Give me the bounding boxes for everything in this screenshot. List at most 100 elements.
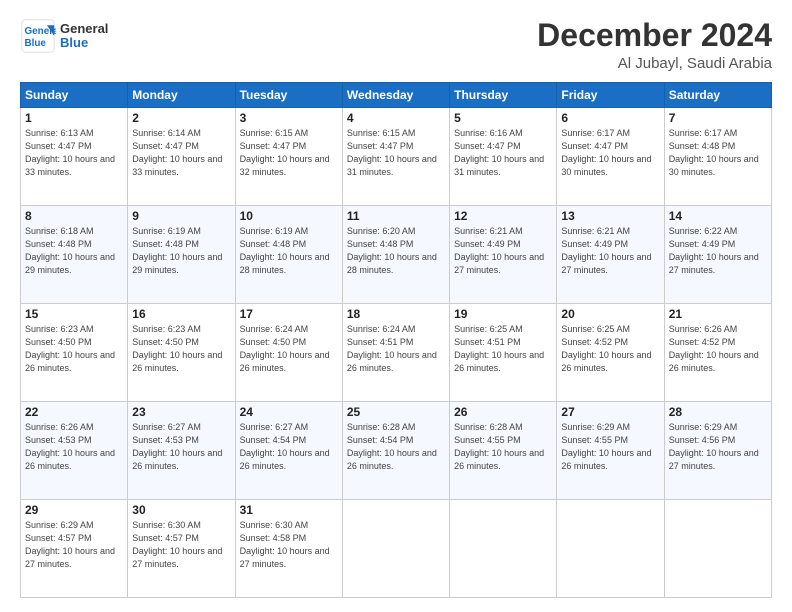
day-number: 4 [347,111,445,125]
day-info: Sunrise: 6:17 AMSunset: 4:47 PMDaylight:… [561,128,651,177]
day-number: 19 [454,307,552,321]
day-number: 1 [25,111,123,125]
weekday-header-thursday: Thursday [450,83,557,108]
logo-icon: General Blue [20,18,56,54]
day-cell-20: 20 Sunrise: 6:25 AMSunset: 4:52 PMDayligh… [557,304,664,402]
day-number: 7 [669,111,767,125]
day-number: 18 [347,307,445,321]
weekday-header-saturday: Saturday [664,83,771,108]
empty-cell [557,500,664,598]
day-cell-1: 1 Sunrise: 6:13 AMSunset: 4:47 PMDaylight… [21,108,128,206]
day-number: 16 [132,307,230,321]
location-title: Al Jubayl, Saudi Arabia [537,55,772,72]
day-info: Sunrise: 6:26 AMSunset: 4:53 PMDaylight:… [25,422,115,471]
day-number: 10 [240,209,338,223]
day-number: 24 [240,405,338,419]
weekday-header-wednesday: Wednesday [342,83,449,108]
day-info: Sunrise: 6:17 AMSunset: 4:48 PMDaylight:… [669,128,759,177]
page: General Blue General Blue December 2024 … [0,0,792,612]
calendar-header-row: SundayMondayTuesdayWednesdayThursdayFrid… [21,83,772,108]
empty-cell [342,500,449,598]
day-info: Sunrise: 6:30 AMSunset: 4:58 PMDaylight:… [240,520,330,569]
day-cell-16: 16 Sunrise: 6:23 AMSunset: 4:50 PMDayligh… [128,304,235,402]
day-cell-13: 13 Sunrise: 6:21 AMSunset: 4:49 PMDayligh… [557,206,664,304]
day-cell-27: 27Sunrise: 6:29 AMSunset: 4:55 PMDayligh… [557,402,664,500]
day-info: Sunrise: 6:13 AMSunset: 4:47 PMDaylight:… [25,128,115,177]
svg-text:Blue: Blue [25,38,47,49]
day-number: 28 [669,405,767,419]
day-number: 21 [669,307,767,321]
calendar-row-3: 22 Sunrise: 6:26 AMSunset: 4:53 PMDayligh… [21,402,772,500]
day-number: 30 [132,503,230,517]
day-number: 20 [561,307,659,321]
day-info: Sunrise: 6:23 AMSunset: 4:50 PMDaylight:… [132,324,222,373]
day-number: 27 [561,405,659,419]
day-number: 31 [240,503,338,517]
day-number: 17 [240,307,338,321]
day-cell-23: 23Sunrise: 6:27 AMSunset: 4:53 PMDayligh… [128,402,235,500]
weekday-header-tuesday: Tuesday [235,83,342,108]
empty-cell [450,500,557,598]
day-cell-19: 19 Sunrise: 6:25 AMSunset: 4:51 PMDayligh… [450,304,557,402]
day-info: Sunrise: 6:19 AMSunset: 4:48 PMDaylight:… [240,226,330,275]
day-number: 9 [132,209,230,223]
day-cell-8: 8Sunrise: 6:18 AMSunset: 4:48 PMDaylight… [21,206,128,304]
day-info: Sunrise: 6:22 AMSunset: 4:49 PMDaylight:… [669,226,759,275]
day-info: Sunrise: 6:19 AMSunset: 4:48 PMDaylight:… [132,226,222,275]
day-info: Sunrise: 6:20 AMSunset: 4:48 PMDaylight:… [347,226,437,275]
day-cell-29: 29 Sunrise: 6:29 AMSunset: 4:57 PMDayligh… [21,500,128,598]
day-info: Sunrise: 6:25 AMSunset: 4:51 PMDaylight:… [454,324,544,373]
day-info: Sunrise: 6:14 AMSunset: 4:47 PMDaylight:… [132,128,222,177]
day-info: Sunrise: 6:24 AMSunset: 4:50 PMDaylight:… [240,324,330,373]
day-info: Sunrise: 6:27 AMSunset: 4:54 PMDaylight:… [240,422,330,471]
calendar-row-2: 15 Sunrise: 6:23 AMSunset: 4:50 PMDayligh… [21,304,772,402]
day-cell-31: 31 Sunrise: 6:30 AMSunset: 4:58 PMDayligh… [235,500,342,598]
calendar-row-4: 29 Sunrise: 6:29 AMSunset: 4:57 PMDayligh… [21,500,772,598]
day-info: Sunrise: 6:15 AMSunset: 4:47 PMDaylight:… [240,128,330,177]
day-cell-30: 30 Sunrise: 6:30 AMSunset: 4:57 PMDayligh… [128,500,235,598]
day-info: Sunrise: 6:24 AMSunset: 4:51 PMDaylight:… [347,324,437,373]
day-cell-28: 28 Sunrise: 6:29 AMSunset: 4:56 PMDayligh… [664,402,771,500]
day-info: Sunrise: 6:29 AMSunset: 4:56 PMDaylight:… [669,422,759,471]
logo-blue: Blue [60,36,108,50]
day-cell-9: 9 Sunrise: 6:19 AMSunset: 4:48 PMDaylight… [128,206,235,304]
day-cell-21: 21 Sunrise: 6:26 AMSunset: 4:52 PMDayligh… [664,304,771,402]
day-cell-12: 12Sunrise: 6:21 AMSunset: 4:49 PMDayligh… [450,206,557,304]
calendar-row-1: 8Sunrise: 6:18 AMSunset: 4:48 PMDaylight… [21,206,772,304]
day-info: Sunrise: 6:30 AMSunset: 4:57 PMDaylight:… [132,520,222,569]
day-number: 23 [132,405,230,419]
day-number: 15 [25,307,123,321]
day-info: Sunrise: 6:25 AMSunset: 4:52 PMDaylight:… [561,324,651,373]
day-info: Sunrise: 6:21 AMSunset: 4:49 PMDaylight:… [561,226,651,275]
day-info: Sunrise: 6:15 AMSunset: 4:47 PMDaylight:… [347,128,437,177]
day-info: Sunrise: 6:26 AMSunset: 4:52 PMDaylight:… [669,324,759,373]
day-cell-18: 18 Sunrise: 6:24 AMSunset: 4:51 PMDayligh… [342,304,449,402]
weekday-header-sunday: Sunday [21,83,128,108]
day-cell-22: 22 Sunrise: 6:26 AMSunset: 4:53 PMDayligh… [21,402,128,500]
day-info: Sunrise: 6:28 AMSunset: 4:54 PMDaylight:… [347,422,437,471]
day-number: 3 [240,111,338,125]
day-number: 8 [25,209,123,223]
day-number: 13 [561,209,659,223]
day-number: 29 [25,503,123,517]
month-title: December 2024 [537,18,772,53]
day-cell-7: 7 Sunrise: 6:17 AMSunset: 4:48 PMDaylight… [664,108,771,206]
day-cell-3: 3 Sunrise: 6:15 AMSunset: 4:47 PMDaylight… [235,108,342,206]
day-info: Sunrise: 6:16 AMSunset: 4:47 PMDaylight:… [454,128,544,177]
day-number: 11 [347,209,445,223]
day-cell-17: 17 Sunrise: 6:24 AMSunset: 4:50 PMDayligh… [235,304,342,402]
day-number: 2 [132,111,230,125]
logo-general: General [60,22,108,36]
day-cell-10: 10 Sunrise: 6:19 AMSunset: 4:48 PMDayligh… [235,206,342,304]
weekday-header-monday: Monday [128,83,235,108]
day-info: Sunrise: 6:23 AMSunset: 4:50 PMDaylight:… [25,324,115,373]
day-cell-24: 24 Sunrise: 6:27 AMSunset: 4:54 PMDayligh… [235,402,342,500]
day-number: 22 [25,405,123,419]
title-block: December 2024 Al Jubayl, Saudi Arabia [537,18,772,72]
day-number: 14 [669,209,767,223]
day-cell-11: 11 Sunrise: 6:20 AMSunset: 4:48 PMDayligh… [342,206,449,304]
day-info: Sunrise: 6:29 AMSunset: 4:57 PMDaylight:… [25,520,115,569]
header: General Blue General Blue December 2024 … [20,18,772,72]
day-info: Sunrise: 6:21 AMSunset: 4:49 PMDaylight:… [454,226,544,275]
day-number: 6 [561,111,659,125]
